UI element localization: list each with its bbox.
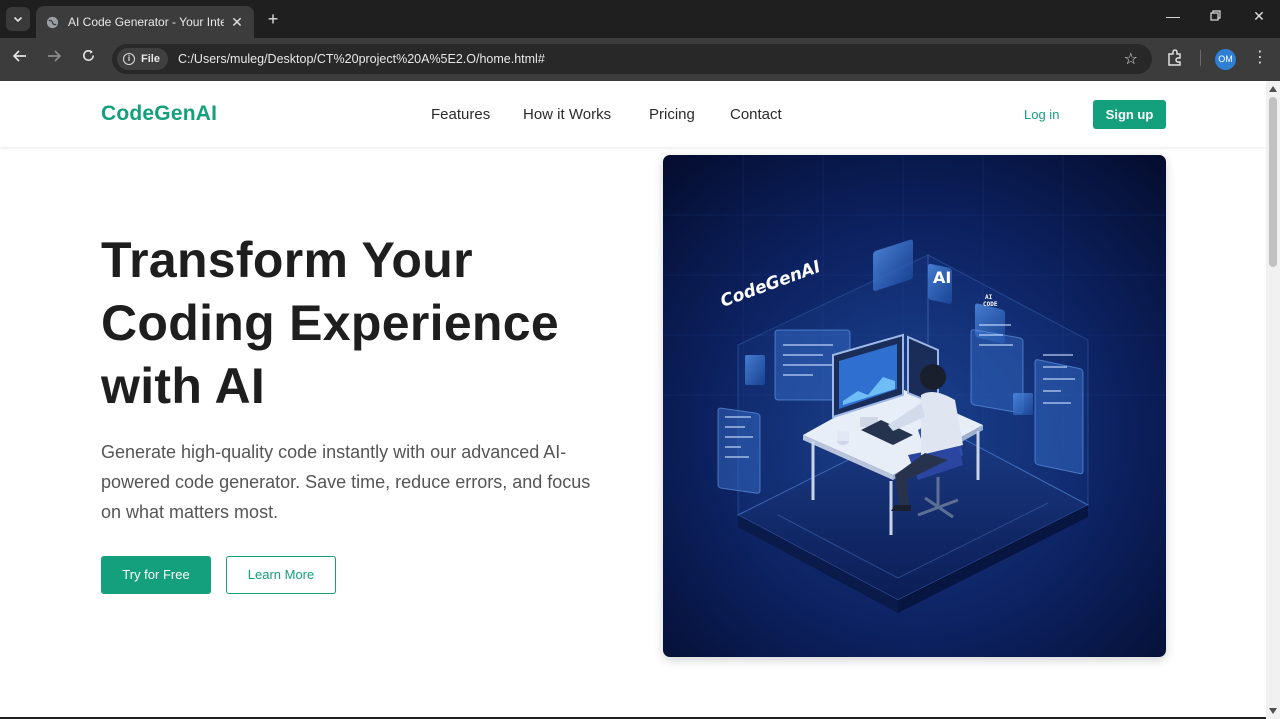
ai-code-badge-line-1: AI: [985, 294, 993, 301]
nav-how-it-works[interactable]: How it Works: [523, 106, 611, 123]
nav-pricing[interactable]: Pricing: [649, 106, 695, 123]
close-tab-icon[interactable]: ✕: [228, 14, 246, 31]
profile-avatar[interactable]: OM: [1215, 49, 1236, 70]
globe-icon: [46, 16, 59, 28]
close-window-button[interactable]: ✕: [1244, 8, 1274, 25]
chevron-down-icon: [13, 16, 23, 23]
scroll-up-arrow-icon[interactable]: [1269, 86, 1277, 92]
restore-icon: [1209, 10, 1221, 21]
login-link[interactable]: Log in: [1024, 107, 1059, 122]
learn-more-button[interactable]: Learn More: [226, 556, 336, 594]
ai-badge-text: AI: [933, 268, 951, 287]
scroll-thumb[interactable]: [1269, 97, 1277, 267]
nav-contact[interactable]: Contact: [730, 106, 782, 123]
arrow-left-icon: [12, 50, 26, 62]
restore-button[interactable]: [1200, 8, 1230, 24]
browser-tab-active[interactable]: AI Code Generator - Your Intelli ✕: [36, 6, 254, 38]
tab-title: AI Code Generator - Your Intelli: [68, 15, 224, 29]
hero-title: Transform Your Coding Experience with AI: [101, 229, 641, 418]
minimize-button[interactable]: —: [1158, 8, 1188, 24]
info-icon: i: [123, 53, 135, 65]
scroll-down-arrow-icon[interactable]: [1269, 708, 1277, 714]
try-for-free-button[interactable]: Try for Free: [101, 556, 211, 594]
reload-icon: [82, 49, 94, 61]
site-chip-label: File: [141, 53, 160, 65]
isometric-developer-illustration: AI AI CODE CodeGenAI: [663, 155, 1166, 657]
tab-search-button[interactable]: [6, 7, 30, 31]
site-info-chip[interactable]: i File: [117, 48, 168, 70]
toolbar-divider: [1200, 50, 1201, 66]
hero-illustration: AI AI CODE CodeGenAI: [663, 155, 1166, 657]
web-page: CodeGenAI Features How it Works Pricing …: [0, 81, 1266, 719]
hero-title-line-3: with AI: [101, 358, 266, 414]
hero-subtitle: Generate high-quality code instantly wit…: [101, 442, 591, 522]
hero-title-line-1: Transform Your: [101, 232, 473, 288]
back-button[interactable]: [8, 48, 32, 70]
arrow-right-icon: [48, 50, 62, 62]
ai-code-badge-line-2: CODE: [983, 301, 998, 308]
signup-button[interactable]: Sign up: [1093, 100, 1166, 129]
forward-button[interactable]: [42, 48, 66, 70]
address-bar[interactable]: i File C:/Users/muleg/Desktop/CT%20proje…: [112, 44, 1152, 74]
new-tab-button[interactable]: +: [262, 9, 284, 30]
browser-tab-bar: AI Code Generator - Your Intelli ✕ + — ✕: [0, 0, 1280, 38]
bookmark-star-icon[interactable]: ☆: [1124, 49, 1138, 69]
site-header: CodeGenAI Features How it Works Pricing …: [0, 81, 1266, 147]
nav-features[interactable]: Features: [431, 106, 490, 123]
reload-button[interactable]: [76, 48, 100, 70]
page-scrollbar[interactable]: [1266, 81, 1280, 719]
browser-toolbar: i File C:/Users/muleg/Desktop/CT%20proje…: [0, 38, 1280, 81]
extensions-puzzle-icon[interactable]: [1165, 48, 1185, 68]
url-text[interactable]: C:/Users/muleg/Desktop/CT%20project%20A%…: [178, 52, 545, 66]
browser-menu-icon[interactable]: ⋮: [1250, 47, 1270, 67]
site-logo[interactable]: CodeGenAI: [101, 102, 217, 126]
hero-title-line-2: Coding Experience: [101, 295, 559, 351]
